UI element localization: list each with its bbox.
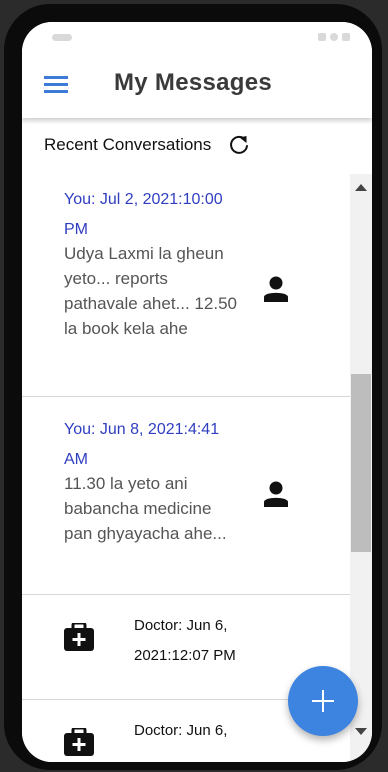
- conversation-message: Udya Laxmi la gheun yeto... reports path…: [64, 244, 237, 338]
- battery-icon: [342, 33, 350, 41]
- app-screen: My Messages Recent Conversations You: Ju…: [22, 22, 372, 762]
- wifi-icon: [330, 33, 338, 41]
- conversation-item[interactable]: You: Jul 2, 2021:10:00 PM Udya Laxmi la …: [22, 174, 350, 397]
- person-icon: [264, 481, 288, 507]
- status-icons: [318, 33, 350, 41]
- medical-bag-icon: [64, 728, 94, 756]
- menu-icon[interactable]: [44, 74, 70, 94]
- scrollbar[interactable]: [350, 174, 372, 762]
- plus-icon: [312, 690, 334, 712]
- phone-frame: My Messages Recent Conversations You: Ju…: [4, 4, 382, 770]
- medical-bag-icon: [64, 623, 94, 651]
- conversation-message: 11.30 la yeto ani babancha medicine pan …: [64, 474, 227, 543]
- conversation-sender-time: Doctor: Jun 6, 2021:12:07 PM: [134, 617, 236, 664]
- conversation-sender-time: Doctor: Jun 6,: [134, 722, 228, 739]
- conversation-time: You: Jul 2, 2021:10:00 PM: [64, 191, 223, 238]
- status-bar: [22, 22, 372, 54]
- conversation-item[interactable]: You: Jun 8, 2021:4:41 AM 11.30 la yeto a…: [22, 404, 350, 595]
- status-pill: [52, 34, 72, 41]
- section-title: Recent Conversations: [44, 135, 212, 154]
- scroll-down-arrow-icon[interactable]: [355, 728, 367, 735]
- conversation-time: You: Jun 8, 2021:4:41 AM: [64, 421, 220, 468]
- page-title: My Messages: [114, 69, 273, 96]
- signal-icon: [318, 33, 326, 41]
- scroll-up-arrow-icon[interactable]: [355, 184, 367, 191]
- section-header: Recent Conversations: [44, 130, 251, 160]
- person-icon: [264, 276, 288, 302]
- refresh-icon[interactable]: [227, 133, 251, 157]
- new-message-button[interactable]: [288, 666, 358, 736]
- app-bar: My Messages: [22, 54, 372, 118]
- scroll-thumb[interactable]: [351, 374, 371, 552]
